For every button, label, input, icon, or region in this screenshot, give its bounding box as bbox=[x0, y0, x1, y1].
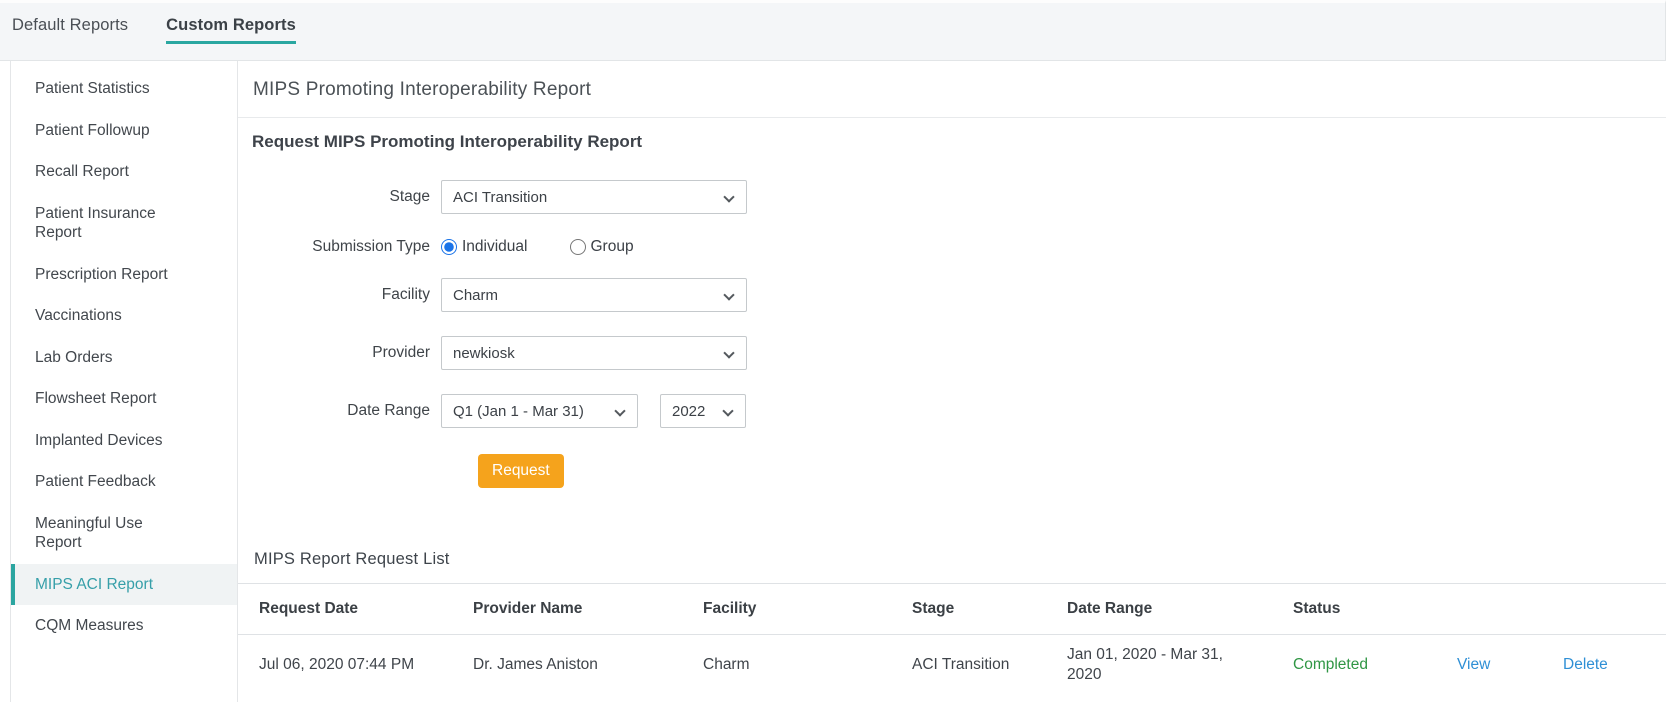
col-status: Status bbox=[1293, 584, 1457, 635]
sidebar-item-recall-report[interactable]: Recall Report bbox=[11, 151, 237, 193]
facility-select[interactable]: Charm bbox=[441, 278, 747, 312]
provider-label: Provider bbox=[238, 344, 430, 362]
table-header-row: Request Date Provider Name Facility Stag… bbox=[238, 584, 1666, 635]
date-range-year-value: 2022 bbox=[672, 403, 705, 420]
status-badge: Completed bbox=[1293, 656, 1368, 673]
provider-select-value: newkiosk bbox=[453, 345, 515, 362]
delete-link[interactable]: Delete bbox=[1563, 656, 1608, 673]
cell-provider-name: Dr. James Aniston bbox=[473, 635, 703, 700]
sidebar-item-lab-orders[interactable]: Lab Orders bbox=[11, 337, 237, 379]
tab-custom-reports[interactable]: Custom Reports bbox=[166, 16, 296, 44]
page-title: MIPS Promoting Interoperability Report bbox=[238, 61, 1666, 118]
col-facility: Facility bbox=[703, 584, 912, 635]
submission-type-group-label: Group bbox=[591, 238, 634, 256]
request-form-heading: Request MIPS Promoting Interoperability … bbox=[252, 132, 1666, 152]
facility-label: Facility bbox=[238, 286, 430, 304]
col-stage: Stage bbox=[912, 584, 1067, 635]
chevron-down-icon bbox=[723, 289, 734, 300]
table-row: Jul 06, 2020 07:44 PM Dr. James Aniston … bbox=[238, 635, 1666, 700]
col-view-action bbox=[1457, 584, 1563, 635]
col-provider-name: Provider Name bbox=[473, 584, 703, 635]
col-date-range: Date Range bbox=[1067, 584, 1293, 635]
reports-sidebar: Patient Statistics Patient Followup Reca… bbox=[10, 61, 238, 702]
date-range-quarter-value: Q1 (Jan 1 - Mar 31) bbox=[453, 403, 584, 420]
submission-type-individual-label: Individual bbox=[462, 238, 528, 256]
tab-default-reports[interactable]: Default Reports bbox=[12, 16, 128, 41]
stage-label: Stage bbox=[238, 188, 430, 206]
date-range-quarter-select[interactable]: Q1 (Jan 1 - Mar 31) bbox=[441, 394, 638, 428]
sidebar-item-patient-feedback[interactable]: Patient Feedback bbox=[11, 461, 237, 503]
sidebar-item-patient-statistics[interactable]: Patient Statistics bbox=[11, 68, 237, 110]
chevron-down-icon bbox=[614, 405, 625, 416]
report-list-heading: MIPS Report Request List bbox=[254, 550, 1666, 569]
submission-type-label: Submission Type bbox=[238, 238, 430, 256]
cell-request-date: Jul 06, 2020 07:44 PM bbox=[238, 635, 473, 700]
cell-facility: Charm bbox=[703, 635, 912, 700]
report-request-table: Request Date Provider Name Facility Stag… bbox=[238, 583, 1666, 699]
cell-date-range: Jan 01, 2020 - Mar 31, 2020 bbox=[1067, 635, 1293, 700]
submission-type-group-radio[interactable] bbox=[570, 239, 586, 255]
sidebar-item-implanted-devices[interactable]: Implanted Devices bbox=[11, 420, 237, 462]
request-button[interactable]: Request bbox=[478, 454, 564, 488]
sidebar-item-patient-followup[interactable]: Patient Followup bbox=[11, 110, 237, 152]
sidebar-item-vaccinations[interactable]: Vaccinations bbox=[11, 295, 237, 337]
provider-select[interactable]: newkiosk bbox=[441, 336, 747, 370]
main-content: MIPS Promoting Interoperability Report R… bbox=[238, 61, 1666, 702]
cell-stage: ACI Transition bbox=[912, 635, 1067, 700]
facility-select-value: Charm bbox=[453, 287, 498, 304]
sidebar-item-meaningful-use-report[interactable]: Meaningful Use Report bbox=[11, 503, 237, 564]
chevron-down-icon bbox=[723, 347, 734, 358]
top-tab-bar: Default Reports Custom Reports bbox=[0, 0, 1666, 61]
sidebar-item-patient-insurance-report[interactable]: Patient Insurance Report bbox=[11, 193, 237, 254]
request-form: Stage ACI Transition Submission Type Ind… bbox=[238, 180, 1666, 488]
stage-select[interactable]: ACI Transition bbox=[441, 180, 747, 214]
col-delete-action bbox=[1563, 584, 1666, 635]
chevron-down-icon bbox=[722, 405, 733, 416]
chevron-down-icon bbox=[723, 191, 734, 202]
submission-type-individual-radio[interactable] bbox=[441, 239, 457, 255]
col-request-date: Request Date bbox=[238, 584, 473, 635]
view-link[interactable]: View bbox=[1457, 656, 1490, 673]
sidebar-item-prescription-report[interactable]: Prescription Report bbox=[11, 254, 237, 296]
date-range-year-select[interactable]: 2022 bbox=[660, 394, 746, 428]
stage-select-value: ACI Transition bbox=[453, 189, 547, 206]
date-range-label: Date Range bbox=[238, 402, 430, 420]
sidebar-item-cqm-measures[interactable]: CQM Measures bbox=[11, 605, 237, 647]
sidebar-item-flowsheet-report[interactable]: Flowsheet Report bbox=[11, 378, 237, 420]
sidebar-item-mips-aci-report[interactable]: MIPS ACI Report bbox=[11, 564, 237, 606]
